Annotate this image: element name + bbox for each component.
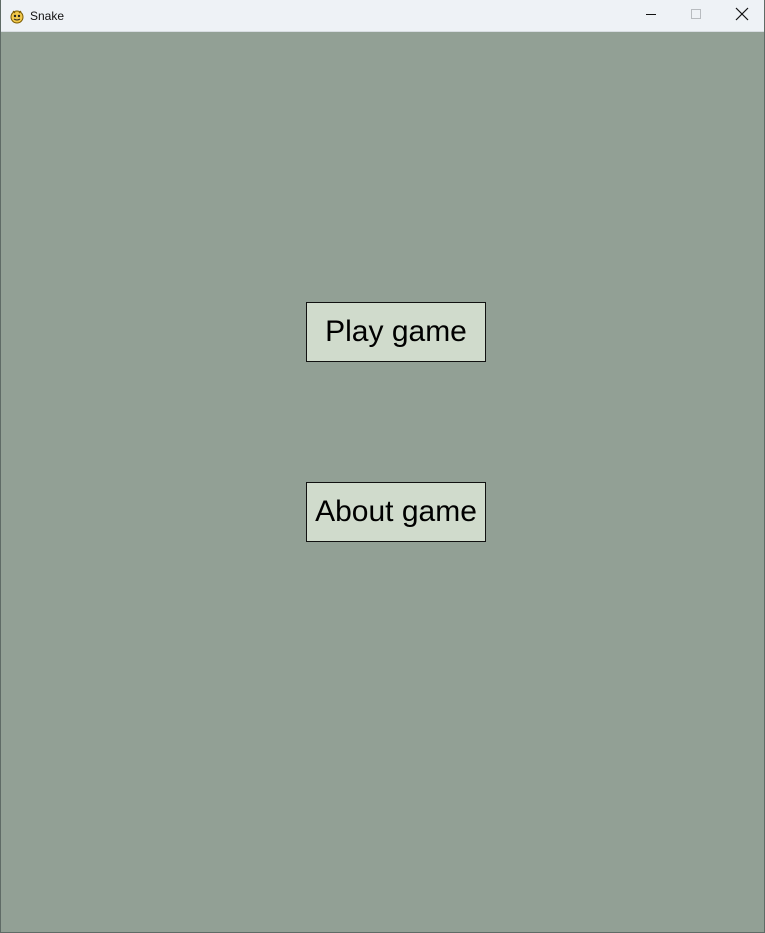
- close-button[interactable]: [719, 0, 764, 32]
- window-title: Snake: [30, 9, 65, 23]
- maximize-button[interactable]: [673, 0, 719, 32]
- minimize-button[interactable]: [628, 0, 674, 32]
- close-icon: [735, 7, 749, 26]
- game-menu-area: Play game About game: [1, 32, 764, 932]
- title-bar[interactable]: Snake: [1, 0, 764, 32]
- about-game-button[interactable]: About game: [306, 482, 486, 542]
- app-window: Snake Play game About game: [0, 0, 765, 933]
- maximize-icon: [690, 7, 702, 25]
- minimize-icon: [645, 7, 657, 25]
- play-game-button[interactable]: Play game: [306, 302, 486, 362]
- pygame-snake-app-icon: [9, 8, 25, 24]
